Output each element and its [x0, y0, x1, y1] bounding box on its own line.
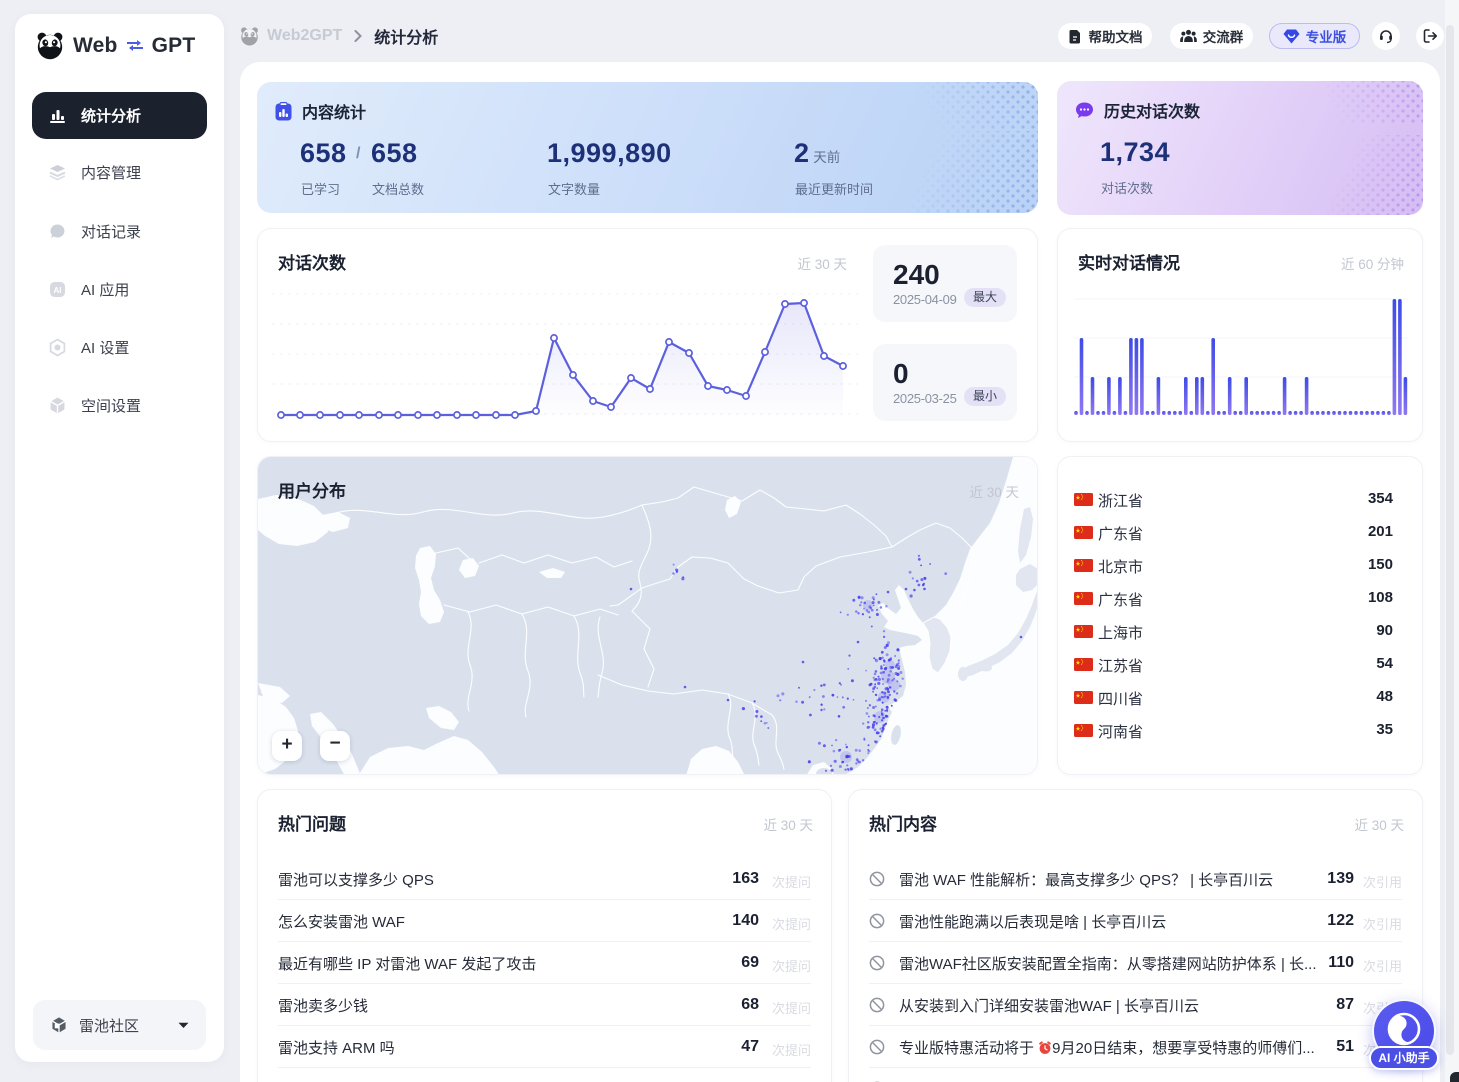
svg-text:AI: AI	[53, 286, 61, 295]
